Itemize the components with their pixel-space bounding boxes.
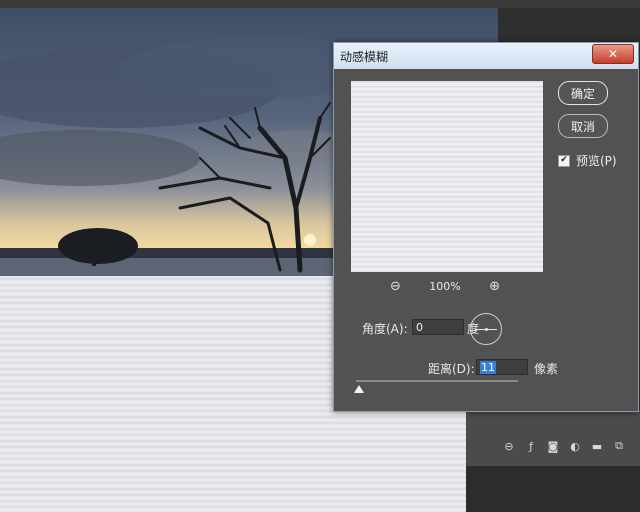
close-button[interactable]: ✕ — [592, 44, 634, 64]
distance-slider-track[interactable] — [356, 380, 518, 382]
angle-dial-center — [485, 328, 488, 331]
angle-input[interactable]: 0 — [412, 319, 464, 335]
new-layer-icon[interactable]: ⧉ — [610, 438, 628, 454]
angle-dial[interactable] — [470, 313, 502, 345]
zoom-in-icon[interactable]: ⊕ — [489, 279, 500, 294]
preview-label: 预览(P) — [576, 154, 617, 168]
preview-checkbox[interactable]: ✔ — [558, 154, 570, 167]
panel-header — [498, 0, 640, 8]
mask-icon[interactable]: ◙ — [544, 438, 562, 454]
zoom-out-icon[interactable]: ⊖ — [390, 279, 401, 294]
distance-label: 距离(D): — [428, 362, 475, 376]
link-icon[interactable]: ⊖ — [500, 438, 518, 454]
preview-checkbox-row[interactable]: ✔ 预览(P) — [558, 152, 617, 169]
zoom-level: 100% — [429, 280, 461, 293]
cancel-button[interactable]: 取消 — [558, 114, 608, 138]
distance-unit: 像素 — [534, 362, 559, 376]
ok-label: 确定 — [570, 86, 595, 101]
preview-image — [351, 81, 543, 272]
angle-value: 0 — [416, 321, 423, 334]
motion-blur-dialog: 动感模糊 ✕ 确定 取消 ✔ 预览(P) ⊖ 100% ⊕ 角度(A): 0 度… — [333, 42, 639, 412]
ok-button[interactable]: 确定 — [558, 81, 608, 105]
cancel-label: 取消 — [570, 119, 595, 134]
fx-icon[interactable]: ƒ — [522, 438, 540, 454]
dialog-titlebar[interactable]: 动感模糊 ✕ — [334, 43, 638, 69]
angle-label: 角度(A): — [362, 322, 408, 336]
adjustment-icon[interactable]: ◐ — [566, 438, 584, 454]
distance-slider-handle[interactable] — [354, 385, 365, 393]
zoom-controls: ⊖ 100% ⊕ — [390, 279, 500, 294]
close-icon: ✕ — [607, 47, 619, 61]
panel-bottom — [466, 466, 640, 512]
distance-value: 11 — [480, 361, 496, 374]
distance-input[interactable]: 11 — [476, 359, 528, 375]
dialog-title: 动感模糊 — [340, 50, 389, 64]
layers-panel-toolbar: ⊖ ƒ ◙ ◐ ▬ ⧉ — [500, 436, 628, 456]
folder-icon[interactable]: ▬ — [588, 438, 606, 454]
filter-preview[interactable] — [351, 81, 543, 272]
